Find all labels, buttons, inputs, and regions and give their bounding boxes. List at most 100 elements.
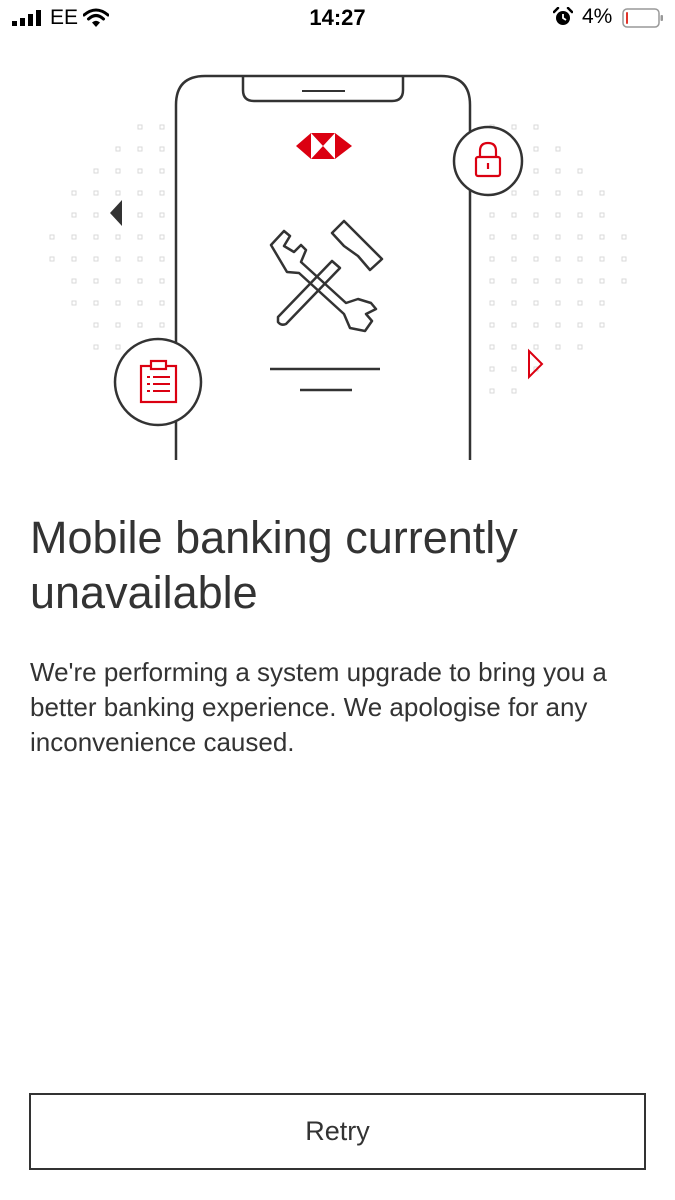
grid-dot	[511, 388, 517, 394]
grid-dot	[511, 234, 517, 240]
grid-dot	[511, 278, 517, 284]
grid-dot	[555, 190, 561, 196]
grid-dot	[489, 278, 495, 284]
grid-dot	[93, 344, 99, 350]
arrow-right-icon	[528, 348, 544, 380]
grid-dot	[533, 168, 539, 174]
grid-dot	[115, 322, 121, 328]
grid-dot	[49, 256, 55, 262]
grid-dot	[533, 256, 539, 262]
grid-dot	[159, 124, 165, 130]
grid-dot	[511, 212, 517, 218]
grid-dot	[137, 234, 143, 240]
grid-dot	[93, 256, 99, 262]
grid-dot	[137, 256, 143, 262]
grid-dot	[137, 190, 143, 196]
grid-dot	[93, 300, 99, 306]
grid-dot	[511, 300, 517, 306]
grid-dot	[533, 124, 539, 130]
status-bar: EE 14:27 4%	[0, 0, 675, 38]
grid-dot	[93, 322, 99, 328]
grid-dot	[555, 168, 561, 174]
grid-dot	[599, 190, 605, 196]
grid-dot	[71, 278, 77, 284]
grid-dot	[159, 322, 165, 328]
grid-dot	[577, 256, 583, 262]
grid-dot	[599, 300, 605, 306]
grid-dot	[159, 278, 165, 284]
grid-dot	[93, 278, 99, 284]
grid-dot	[489, 212, 495, 218]
grid-dot	[533, 278, 539, 284]
maintenance-illustration	[49, 74, 627, 460]
alarm-icon	[553, 7, 573, 25]
grid-dot	[159, 212, 165, 218]
grid-dot	[621, 234, 627, 240]
grid-dot	[533, 212, 539, 218]
grid-dot	[137, 168, 143, 174]
grid-dot	[489, 322, 495, 328]
grid-dot	[137, 212, 143, 218]
grid-dot	[489, 344, 495, 350]
arrow-left-icon	[110, 200, 122, 226]
grid-dot	[577, 168, 583, 174]
grid-dot	[115, 278, 121, 284]
grid-dot	[71, 300, 77, 306]
grid-dot	[71, 234, 77, 240]
grid-dot	[555, 212, 561, 218]
grid-dot	[533, 234, 539, 240]
grid-dot	[511, 190, 517, 196]
grid-dot	[533, 344, 539, 350]
grid-dot	[93, 212, 99, 218]
maintenance-message: We're performing a system upgrade to bri…	[30, 657, 607, 757]
grid-dot	[533, 322, 539, 328]
grid-dot	[577, 278, 583, 284]
grid-dot	[599, 234, 605, 240]
grid-dot	[577, 322, 583, 328]
grid-dot	[489, 366, 495, 372]
grid-dot	[511, 124, 517, 130]
grid-dot	[71, 212, 77, 218]
grid-dot	[599, 212, 605, 218]
grid-dot	[115, 256, 121, 262]
grid-dot	[533, 300, 539, 306]
grid-dot	[71, 190, 77, 196]
grid-dot	[577, 234, 583, 240]
clipboard-icon	[113, 337, 203, 427]
grid-dot	[115, 300, 121, 306]
grid-dot	[621, 278, 627, 284]
grid-dot	[555, 278, 561, 284]
retry-button[interactable]: Retry	[29, 1093, 646, 1170]
grid-dot	[621, 256, 627, 262]
grid-dot	[115, 168, 121, 174]
grid-dot	[159, 190, 165, 196]
battery-percent: 4%	[582, 5, 613, 28]
page-title: Mobile banking currently unavailable	[30, 512, 518, 618]
grid-dot	[115, 190, 121, 196]
battery-level	[626, 12, 628, 24]
grid-dot	[577, 212, 583, 218]
grid-dot	[555, 146, 561, 152]
grid-dot	[555, 300, 561, 306]
grid-dot	[599, 278, 605, 284]
grid-dot	[555, 256, 561, 262]
grid-dot	[93, 168, 99, 174]
grid-dot	[511, 344, 517, 350]
grid-dot	[577, 190, 583, 196]
grid-dot	[115, 344, 121, 350]
grid-dot	[511, 256, 517, 262]
grid-dot	[159, 146, 165, 152]
grid-dot	[159, 256, 165, 262]
grid-dot	[115, 146, 121, 152]
grid-dot	[533, 146, 539, 152]
grid-dot	[489, 256, 495, 262]
grid-dot	[533, 190, 539, 196]
grid-dot	[555, 344, 561, 350]
grid-dot	[555, 234, 561, 240]
status-time: 14:27	[309, 5, 366, 30]
grid-dot	[511, 366, 517, 372]
grid-dot	[555, 322, 561, 328]
grid-dot	[71, 256, 77, 262]
padlock-icon	[452, 125, 524, 197]
grid-dot	[93, 190, 99, 196]
